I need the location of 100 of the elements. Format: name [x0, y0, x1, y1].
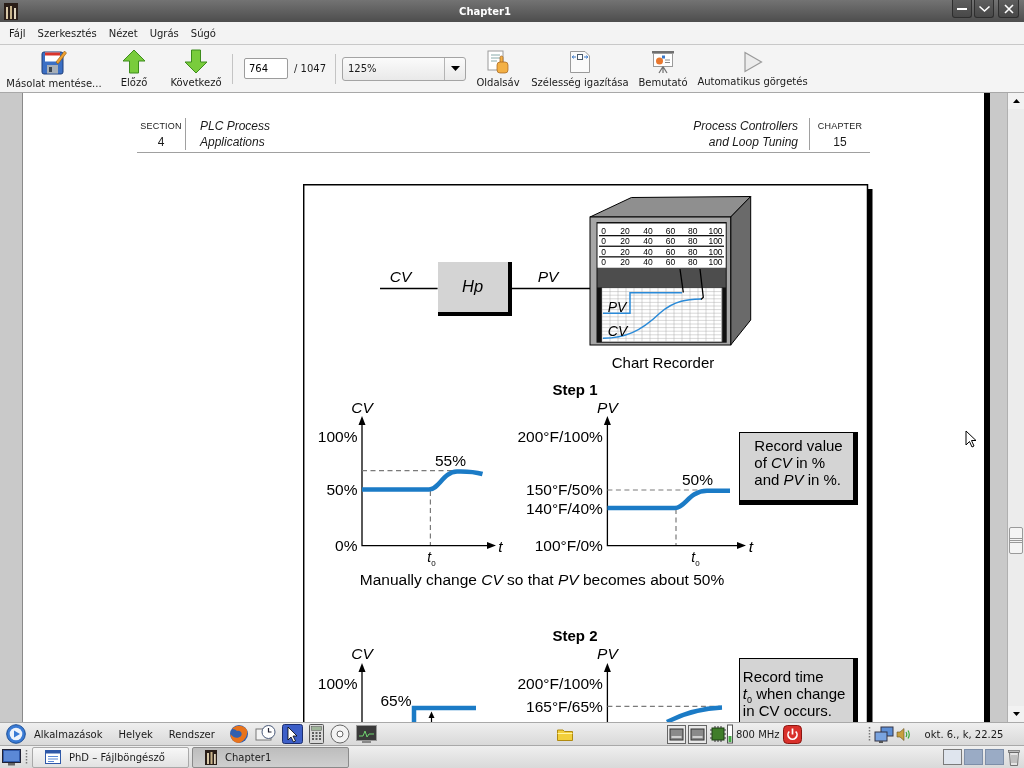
menu-item[interactable]: Nézet: [102, 23, 144, 43]
down-arrow-icon: [184, 49, 208, 74]
speaker-icon[interactable]: [895, 726, 911, 742]
window-title: Chapter1: [459, 5, 511, 17]
cpu-frequency-label: 800 MHz: [735, 728, 780, 740]
chip-icon[interactable]: [708, 724, 733, 744]
scale-number: 40: [643, 226, 653, 235]
trace-label: CV: [607, 323, 628, 338]
previous-button[interactable]: Előző: [109, 47, 159, 90]
value-label: 55%: [435, 453, 466, 469]
network-icon[interactable]: [873, 725, 894, 743]
time-marker-label: t$_{0}$: [691, 550, 700, 564]
close-button[interactable]: [998, 0, 1019, 18]
step-caption: Manually change CV so that PV becomes about 50%: [359, 572, 725, 588]
chevron-down-icon: [978, 5, 990, 12]
window-button[interactable]: Chapter1: [192, 746, 349, 768]
monitor-icon[interactable]: [355, 725, 377, 743]
page-width-icon: [569, 49, 591, 74]
axis-label: CV: [351, 646, 373, 662]
trace-label: PV: [607, 299, 627, 314]
next-button[interactable]: Következő: [164, 47, 228, 90]
scale-number: 60: [665, 247, 676, 256]
scale-number: 100: [708, 247, 723, 256]
axis-label: t: [498, 539, 503, 556]
workspace-cell[interactable]: [964, 749, 983, 765]
fit-width-button[interactable]: Szélesség igazítása: [528, 47, 632, 90]
tick-label: 200°F/100%: [517, 429, 603, 446]
minimize-button[interactable]: [952, 0, 972, 18]
cursor-icon[interactable]: [281, 724, 303, 744]
tick-label: 150°F/50%: [526, 482, 603, 498]
section-number: 4: [157, 134, 165, 150]
scale-number: 60: [665, 236, 676, 246]
presentation-screen-icon: [651, 49, 675, 74]
scroll-up-button[interactable]: [1008, 93, 1024, 109]
zoom-dropdown[interactable]: 125%: [342, 56, 466, 81]
power-icon[interactable]: [782, 724, 802, 744]
scale-number: 80: [687, 247, 698, 256]
desktop-icon[interactable]: [2, 748, 21, 766]
caret-down-icon: [450, 66, 460, 71]
maximize-button[interactable]: [974, 0, 994, 18]
section-label: SECTION: [140, 120, 182, 133]
trash-icon[interactable]: [1008, 748, 1020, 766]
mouse-pointer-icon: [965, 430, 977, 448]
scale-number: 40: [643, 247, 653, 256]
axis-label: CV: [351, 400, 373, 416]
scale-number: 60: [665, 257, 676, 267]
workspace-cell[interactable]: [985, 749, 1004, 765]
close-icon: [1003, 3, 1014, 14]
folder-icon[interactable]: [556, 727, 573, 741]
book-spines-icon: [205, 749, 217, 765]
panel-menu[interactable]: Alkalmazások: [4, 723, 105, 745]
signal-label: CV: [389, 268, 412, 285]
tick-label: 100%: [317, 429, 358, 446]
scrollbar-thumb[interactable]: [1009, 527, 1023, 554]
callout-note: Record time t$_{0}$ when change in CV occurs.: [739, 658, 858, 722]
grip-icon[interactable]: [25, 748, 28, 766]
scroll-down-button[interactable]: [1008, 706, 1024, 722]
save-copy-button[interactable]: Másolat mentése...: [2, 46, 106, 91]
menu-item[interactable]: Súgó: [184, 23, 222, 43]
drive-icon[interactable]: [666, 724, 686, 744]
callout-note: Record value of CV in % and PV in %.: [739, 432, 858, 505]
autoscroll-button[interactable]: Automatikus görgetés: [695, 48, 810, 89]
process-block: Hp: [437, 261, 512, 316]
axis-label: PV: [597, 400, 618, 416]
menu-item[interactable]: Szerkesztés: [31, 23, 103, 43]
window-button[interactable]: PhD – Fájlböngésző: [32, 746, 189, 768]
drive-icon[interactable]: [687, 724, 707, 744]
panel-menu[interactable]: Rendszer: [166, 723, 217, 745]
scale-number: 20: [620, 257, 630, 267]
window-icon: [45, 750, 61, 764]
tick-label: 100%: [317, 676, 358, 693]
scale-number: 100: [708, 257, 723, 267]
disc-icon[interactable]: [329, 724, 350, 744]
sidebar-button[interactable]: Oldalsáv: [472, 47, 524, 90]
globe-icon[interactable]: [228, 724, 249, 744]
calculator-icon[interactable]: [308, 724, 324, 744]
vertical-scrollbar[interactable]: [1007, 93, 1024, 722]
step-title: Step 2: [552, 627, 598, 642]
clock-icon[interactable]: [254, 724, 276, 744]
play-circle-icon: [6, 724, 26, 744]
workspace-cell[interactable]: [943, 749, 962, 765]
grip-icon[interactable]: [867, 725, 871, 743]
recorder-caption: Chart Recorder: [611, 354, 715, 369]
panel-menu[interactable]: Helyek: [116, 723, 155, 745]
page-number-field[interactable]: 764: [244, 58, 288, 79]
chapter-number: 15: [833, 134, 847, 150]
scale-number: 20: [620, 247, 630, 256]
panel-clock[interactable]: okt. 6., k, 22.25: [924, 728, 1004, 740]
plot-axes: [358, 663, 366, 722]
tick-label: 100°F/0%: [534, 537, 603, 554]
tick-label: 0%: [335, 537, 358, 554]
up-arrow-icon: [122, 49, 146, 74]
scale-number: 0: [601, 247, 607, 256]
value-label: 50%: [682, 472, 713, 488]
value-label: 65%: [380, 692, 412, 709]
book-spines-icon: [4, 2, 18, 20]
menu-item[interactable]: Ugrás: [143, 23, 185, 43]
menu-item[interactable]: Fájl: [3, 23, 32, 43]
scale-number: 0: [601, 257, 607, 267]
presentation-button[interactable]: Bemutató: [635, 47, 691, 90]
